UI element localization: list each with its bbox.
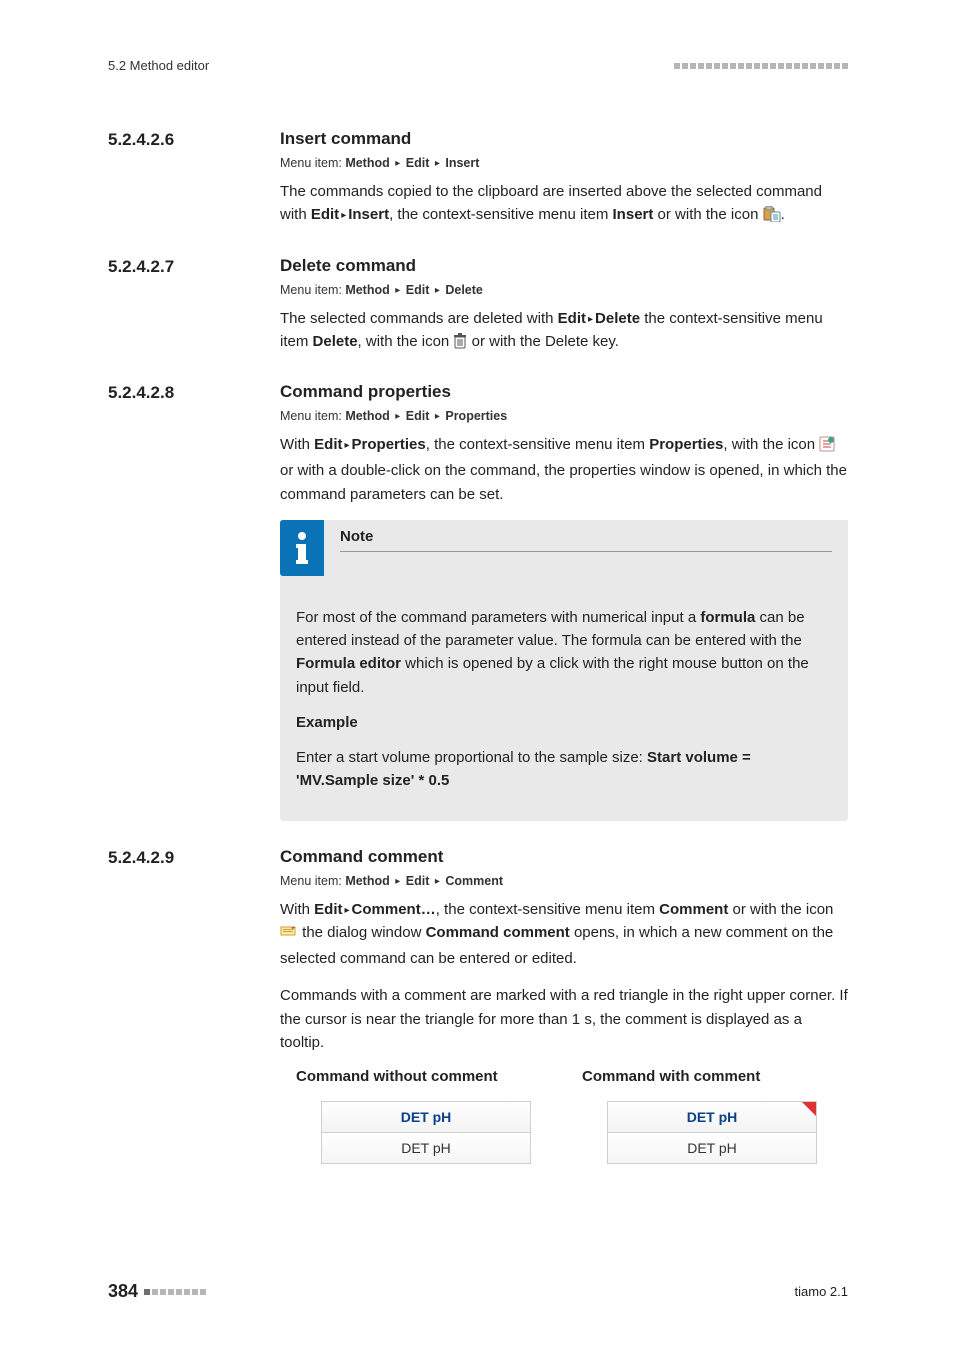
command-box-with-comment: DET pH DET pH (607, 1101, 817, 1164)
page: 5.2 Method editor 5.2.4.2.6 Insert comma… (0, 0, 954, 1350)
command-label: DET pH (322, 1133, 530, 1163)
section-number: 5.2.4.2.7 (108, 256, 280, 277)
product-name: tiamo 2.1 (795, 1284, 848, 1299)
menu-path: Menu item: Method ▸ Edit ▸ Properties (280, 409, 848, 423)
section-title: Insert command (280, 129, 411, 150)
paragraph: Commands with a comment are marked with … (280, 984, 848, 1054)
triangle-icon: ▸ (433, 411, 442, 422)
comment-comparison-table: Command without comment Command with com… (296, 1068, 848, 1164)
triangle-icon: ▸ (393, 411, 402, 422)
section-title: Command comment (280, 847, 443, 868)
properties-icon (819, 436, 835, 459)
example-label: Example (296, 711, 832, 734)
table-header: Command with comment (582, 1068, 842, 1085)
section-command-properties: 5.2.4.2.8 Command properties Menu item: … (108, 382, 848, 821)
section-number: 5.2.4.2.8 (108, 382, 280, 403)
command-box-no-comment: DET pH DET pH (321, 1101, 531, 1164)
paragraph: With Edit ▸ Comment…, the context-sensit… (280, 898, 848, 971)
table-header: Command without comment (296, 1068, 556, 1085)
menu-path: Menu item: Method ▸ Edit ▸ Delete (280, 283, 848, 297)
triangle-icon: ▸ (433, 876, 442, 887)
triangle-icon: ▸ (393, 876, 402, 887)
command-label: DET pH (322, 1102, 530, 1133)
trash-icon (453, 333, 467, 356)
triangle-icon: ▸ (393, 158, 402, 169)
section-number: 5.2.4.2.9 (108, 847, 280, 868)
triangle-icon: ▸ (586, 312, 595, 328)
menu-path: Menu item: Method ▸ Edit ▸ Comment (280, 874, 848, 888)
running-header: 5.2 Method editor (108, 58, 848, 73)
command-label: DET pH (608, 1133, 816, 1163)
runhead-ornament (674, 63, 848, 69)
paste-icon (763, 206, 781, 229)
triangle-icon: ▸ (339, 208, 348, 224)
note-block: Note For most of the command parameters … (280, 520, 848, 821)
runhead-left: 5.2 Method editor (108, 58, 209, 73)
note-paragraph: For most of the command parameters with … (296, 606, 832, 699)
comment-marker-icon (802, 1102, 816, 1116)
section-command-comment: 5.2.4.2.9 Command comment Menu item: Met… (108, 847, 848, 1165)
section-title: Command properties (280, 382, 451, 403)
page-number: 384 (108, 1281, 138, 1302)
triangle-icon: ▸ (433, 158, 442, 169)
note-title: Note (340, 528, 832, 552)
section-title: Delete command (280, 256, 416, 277)
triangle-icon: ▸ (343, 438, 352, 454)
comment-icon (280, 924, 298, 947)
section-number: 5.2.4.2.6 (108, 129, 280, 150)
paragraph: The commands copied to the clipboard are… (280, 180, 848, 230)
note-paragraph: Enter a start volume proportional to the… (296, 746, 832, 793)
triangle-icon: ▸ (343, 903, 352, 919)
footer-ornament (144, 1289, 206, 1295)
section-insert-command: 5.2.4.2.6 Insert command Menu item: Meth… (108, 129, 848, 230)
section-delete-command: 5.2.4.2.7 Delete command Menu item: Meth… (108, 256, 848, 357)
triangle-icon: ▸ (393, 285, 402, 296)
command-label: DET pH (608, 1102, 816, 1133)
note-body: For most of the command parameters with … (280, 576, 848, 821)
paragraph: The selected commands are deleted with E… (280, 307, 848, 357)
menu-path: Menu item: Method ▸ Edit ▸ Insert (280, 156, 848, 170)
page-footer: 384 tiamo 2.1 (108, 1281, 848, 1302)
info-icon (280, 520, 324, 576)
triangle-icon: ▸ (433, 285, 442, 296)
paragraph: With Edit ▸ Properties, the context-sens… (280, 433, 848, 506)
